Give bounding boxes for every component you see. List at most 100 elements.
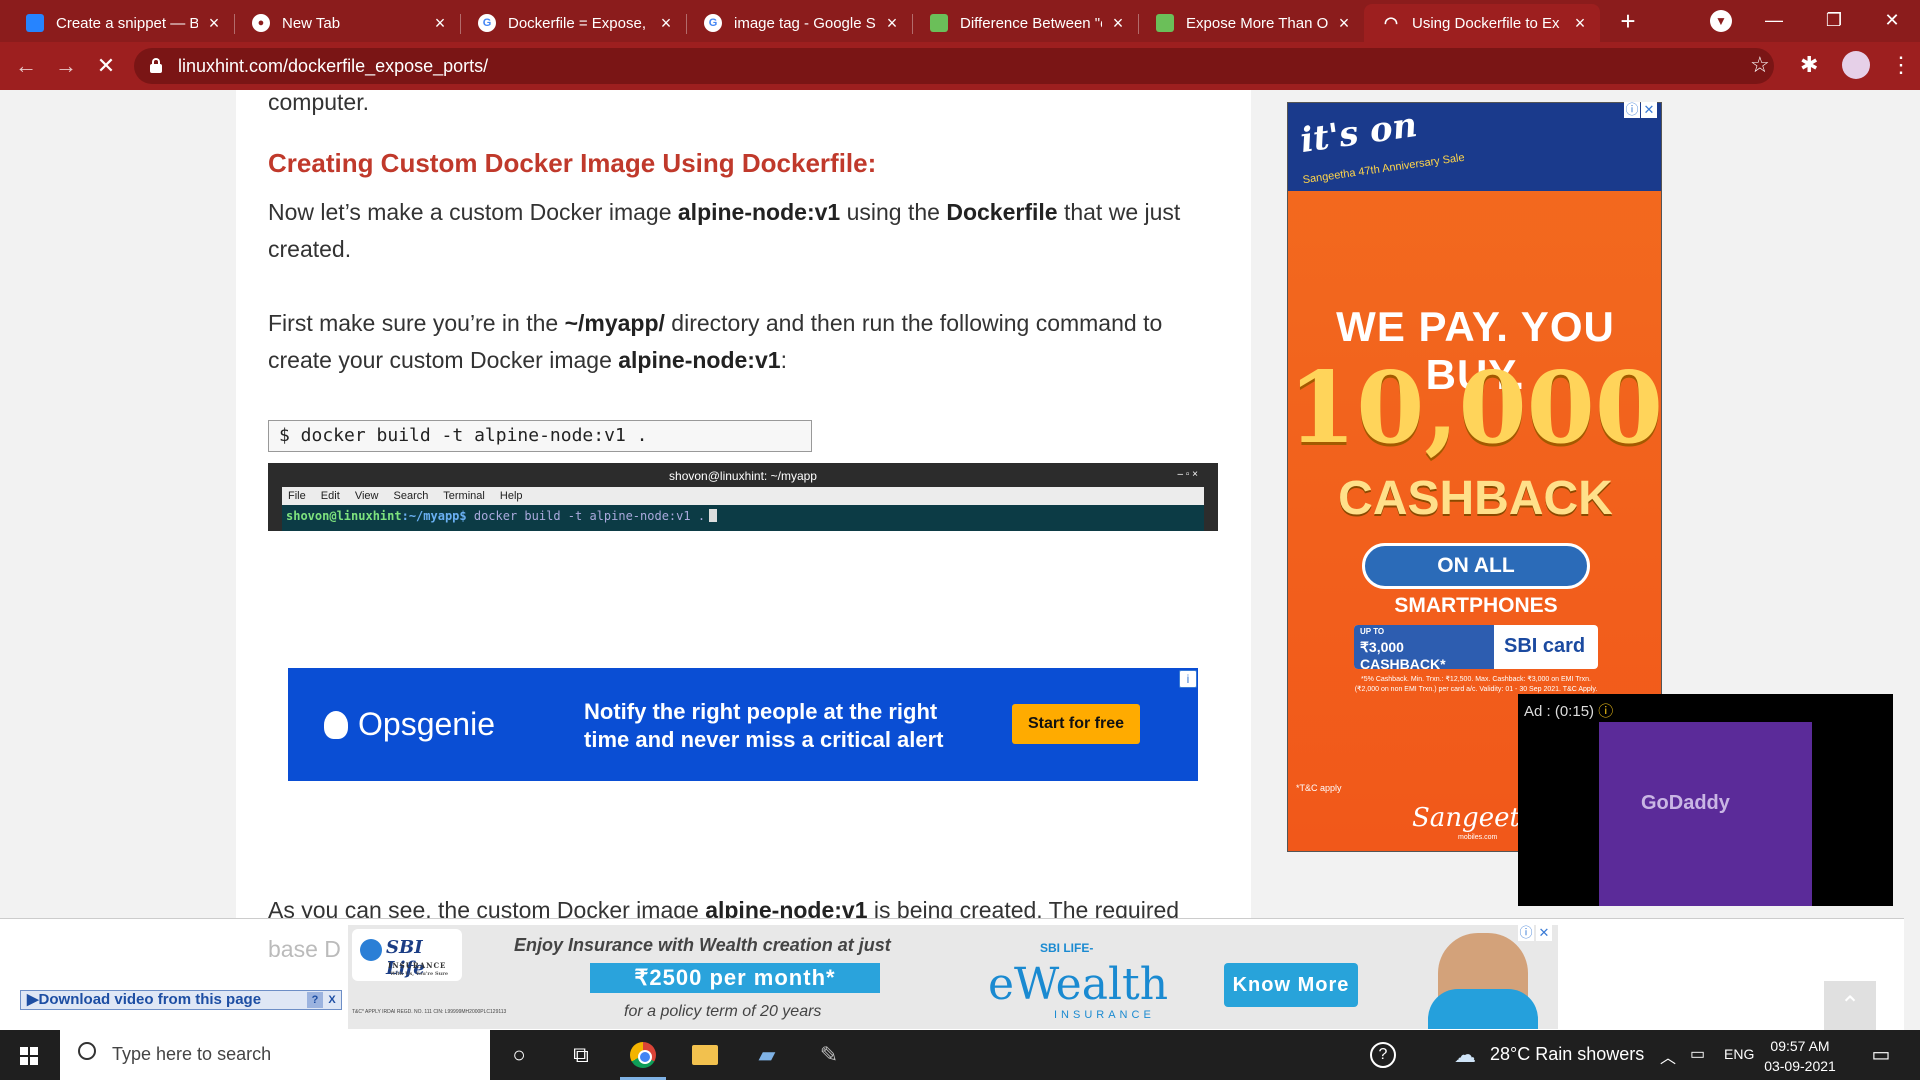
ad-info-icon[interactable]: ⓘ bbox=[1624, 102, 1640, 118]
windows-start-icon[interactable] bbox=[20, 1047, 38, 1065]
close-icon[interactable]: × bbox=[1334, 13, 1354, 34]
ewealth-logo: eWealth bbox=[988, 959, 1169, 1010]
stop-loading-button[interactable]: ✕ bbox=[88, 48, 124, 84]
terminal-prompt: shovon@linuxhint:~/myapp$ docker build -… bbox=[282, 505, 1204, 531]
minimize-button[interactable]: — bbox=[1744, 4, 1804, 36]
back-to-top-button[interactable]: ⌃ bbox=[1824, 981, 1876, 1030]
restore-button[interactable]: ❐ bbox=[1804, 4, 1864, 36]
ad-timer: Ad : (0:15) bbox=[1524, 703, 1595, 720]
sbi-life-ad[interactable]: SBI Life INSURANCE With Us, You're Sure … bbox=[348, 925, 1558, 1029]
download-video-link[interactable]: ▶Download video from this page bbox=[27, 991, 261, 1008]
help-icon[interactable]: ? bbox=[307, 992, 323, 1008]
terminal-title: shovon@linuxhint: ~/myapp bbox=[669, 469, 817, 483]
ewealth-insurance: INSURANCE bbox=[1054, 1009, 1155, 1021]
search-placeholder: Type here to search bbox=[112, 1044, 272, 1064]
notepad-icon[interactable]: ▰ bbox=[752, 1040, 782, 1070]
close-icon[interactable]: × bbox=[1108, 13, 1128, 34]
sbi-term: for a policy term of 20 years bbox=[624, 1003, 822, 1020]
file-explorer-icon[interactable] bbox=[690, 1040, 720, 1070]
ad-fine-print: *5% Cashback. Min. Trxn.: ₹12,500. Max. … bbox=[1354, 676, 1598, 693]
tab-title: Expose More Than On bbox=[1186, 14, 1328, 32]
chrome-taskbar-icon[interactable] bbox=[628, 1040, 658, 1070]
start-for-free-button[interactable]: Start for free bbox=[1012, 704, 1140, 744]
tab-expose-more[interactable]: Expose More Than On × bbox=[1138, 4, 1364, 42]
video-ad-label: Ad : (0:15) ⓘ bbox=[1524, 700, 1613, 721]
opsgenie-ad[interactable]: Opsgenie Notify the right people at the … bbox=[288, 668, 1198, 781]
close-icon[interactable]: × bbox=[656, 13, 676, 34]
offer-upto: UP TO bbox=[1360, 627, 1385, 636]
lock-icon[interactable] bbox=[150, 58, 162, 74]
new-tab-button[interactable]: + bbox=[1613, 6, 1643, 36]
ad-smartphones-pill: ON ALL SMARTPHONES bbox=[1362, 543, 1590, 617]
url-text[interactable]: linuxhint.com/dockerfile_expose_ports/ bbox=[178, 56, 488, 77]
paint-icon[interactable]: ✎ bbox=[814, 1040, 844, 1070]
ad-info-icon[interactable]: ⓘ bbox=[1518, 925, 1534, 941]
back-button[interactable]: ← bbox=[8, 48, 44, 84]
ad-info-icon[interactable]: i bbox=[1179, 670, 1197, 688]
close-icon[interactable]: × bbox=[882, 13, 902, 34]
notification-icon[interactable]: ▭ bbox=[1866, 1040, 1896, 1070]
taskbar-search[interactable]: Type here to search bbox=[60, 1030, 490, 1080]
tab-new-tab[interactable]: ● New Tab × bbox=[234, 4, 460, 42]
network-icon[interactable]: ▭ bbox=[1690, 1044, 1705, 1064]
bookmark-star-icon[interactable]: ☆ bbox=[1750, 52, 1770, 78]
tab-title: Difference Between "e bbox=[960, 14, 1102, 32]
google-icon: G bbox=[478, 14, 496, 32]
close-window-button[interactable]: ✕ bbox=[1862, 4, 1920, 36]
tab-difference-between[interactable]: Difference Between "e × bbox=[912, 4, 1138, 42]
ad-close-icon[interactable]: ✕ bbox=[1641, 102, 1657, 118]
tab-search-button[interactable]: ▼ bbox=[1710, 10, 1732, 32]
video-ad-player[interactable]: Ad : (0:15) ⓘ GoDaddy bbox=[1518, 694, 1893, 906]
cortana-icon[interactable]: ○ bbox=[504, 1040, 534, 1070]
forward-button[interactable]: → bbox=[48, 48, 84, 84]
help-icon[interactable]: ⓘ bbox=[1598, 703, 1613, 720]
ad-close-icon[interactable]: ✕ bbox=[1536, 925, 1552, 941]
tab-title: Create a snippet — Bi bbox=[56, 14, 198, 32]
ad-itson: it's on bbox=[1297, 105, 1420, 161]
cursor bbox=[709, 509, 718, 522]
tab-dockerfile-google[interactable]: G Dockerfile = Expose, V × bbox=[460, 4, 686, 42]
menu-item: View bbox=[354, 490, 379, 502]
toolbar: ← → ✕ linuxhint.com/dockerfile_expose_po… bbox=[0, 42, 1920, 90]
paragraph-4-fragment: base D bbox=[268, 936, 341, 962]
terminal-window-controls: – ▫ × bbox=[1177, 469, 1198, 480]
ad-tagline: Notify the right people at the right tim… bbox=[584, 699, 944, 752]
tab-bitbucket[interactable]: Create a snippet — Bi × bbox=[8, 4, 234, 42]
menu-item: Help bbox=[499, 490, 523, 502]
task-view-icon[interactable]: ⧉ bbox=[566, 1040, 596, 1070]
help-icon[interactable]: ? bbox=[1370, 1042, 1396, 1068]
ewealth-sub: SBI LIFE- bbox=[1040, 941, 1094, 955]
ad-cashback: CASHBACK bbox=[1338, 472, 1613, 525]
offer-amount: ₹3,000 CASHBACK* bbox=[1360, 639, 1446, 672]
text: : bbox=[780, 347, 787, 373]
tab-image-tag-google[interactable]: G image tag - Google Se × bbox=[686, 4, 912, 42]
tab-using-dockerfile[interactable]: ◠ Using Dockerfile to Ex × bbox=[1364, 4, 1600, 42]
bold-text: alpine-node:v1 bbox=[677, 199, 841, 225]
weather-icon[interactable]: ☁ bbox=[1450, 1040, 1480, 1070]
sangeetha-logo-sub: mobiles.com bbox=[1458, 834, 1498, 841]
extensions-icon[interactable]: ✱ bbox=[1800, 52, 1818, 78]
clock-time: 09:57 AM bbox=[1770, 1038, 1830, 1054]
sbi-logo-mark-icon bbox=[360, 939, 382, 961]
profile-avatar[interactable] bbox=[1842, 51, 1870, 79]
weather-text[interactable]: 28°C Rain showers bbox=[1490, 1044, 1644, 1065]
sbi-price: ₹2500 per month* bbox=[590, 963, 880, 993]
language-indicator[interactable]: ENG bbox=[1724, 1046, 1754, 1062]
menu-icon[interactable]: ⋮ bbox=[1890, 52, 1912, 78]
know-more-button[interactable]: Know More bbox=[1224, 963, 1358, 1007]
close-icon[interactable]: × bbox=[430, 13, 450, 34]
terminal-command: docker build -t alpine-node:v1 . bbox=[466, 509, 706, 523]
text: First make sure you’re in the bbox=[268, 310, 565, 336]
terminal-menu: File Edit View Search Terminal Help bbox=[282, 487, 1204, 505]
close-icon[interactable]: X bbox=[325, 992, 339, 1008]
download-video-bar[interactable]: ▶Download video from this page ? X bbox=[20, 990, 342, 1010]
web-page: computer. Creating Custom Docker Image U… bbox=[0, 90, 1904, 1030]
clock[interactable]: 09:57 AM 03-09-2021 bbox=[1760, 1036, 1840, 1076]
section-heading: Creating Custom Docker Image Using Docke… bbox=[268, 148, 877, 178]
clock-date: 03-09-2021 bbox=[1764, 1058, 1836, 1074]
show-hidden-icons[interactable]: ︿ bbox=[1660, 1044, 1676, 1068]
code-block[interactable]: $ docker build -t alpine-node:v1 . bbox=[268, 420, 812, 452]
close-icon[interactable]: × bbox=[204, 13, 224, 34]
chrome-icon: ● bbox=[252, 14, 270, 32]
close-icon[interactable]: × bbox=[1570, 13, 1590, 34]
